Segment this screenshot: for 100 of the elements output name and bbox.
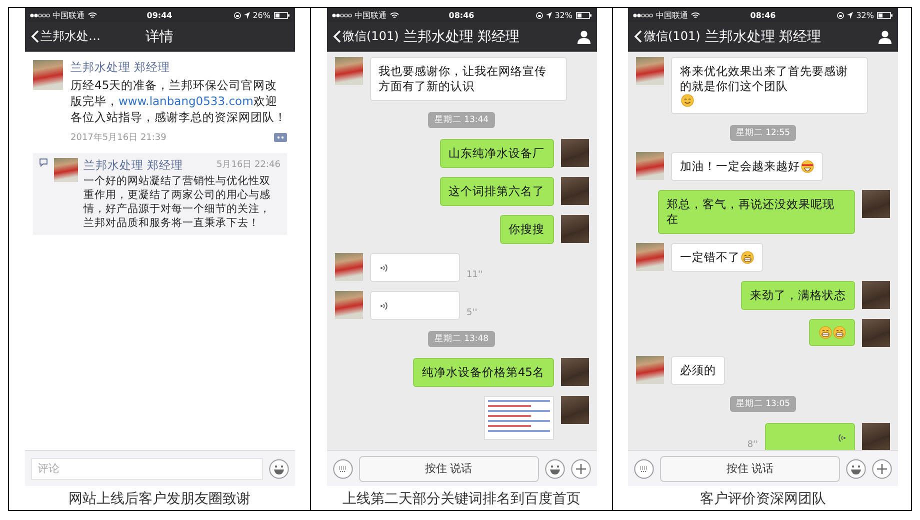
voice-duration: 11'' (466, 270, 483, 280)
battery-percent: 32% (554, 10, 572, 20)
caption: 网站上线后客户发朋友圈致谢 (68, 490, 250, 508)
back-chevron-icon[interactable] (634, 30, 642, 43)
plus-icon[interactable] (872, 458, 892, 478)
author-name[interactable]: 兰邦水处理 郑经理 (70, 60, 286, 75)
comment-text: 一个好的网站凝结了营销性与优化性双重作用，更凝结了两家公司的用心与感情，好产品源于对每一个细节的关注，兰邦对品质和服务将一直秉承下去！ (84, 174, 272, 230)
avatar-photo (334, 253, 362, 281)
post-date: 2017年5月16日 21:39 (70, 132, 166, 144)
keyboard-icon[interactable] (634, 458, 654, 478)
location-icon (847, 12, 854, 18)
carrier-name: 中国联通 (354, 10, 386, 20)
grin-emoji-icon (833, 326, 846, 339)
timestamp: 星期二 13:48 (428, 331, 495, 347)
timestamp: 星期二 12:55 (730, 125, 796, 141)
signal-icon (633, 12, 653, 18)
avatar-photo (560, 215, 588, 243)
message-text: 你搜搜 (508, 222, 544, 237)
wifi-icon (88, 12, 96, 18)
person-icon[interactable] (576, 30, 590, 44)
voice-wave-icon (380, 262, 388, 272)
avatar-photo (560, 177, 588, 205)
comment-time: 5月16日 22:46 (216, 159, 280, 172)
voice-wave-icon (380, 300, 388, 310)
caption: 上线第二天部分关键词排名到百度首页 (342, 490, 580, 508)
author-name[interactable]: 兰邦水处理 郑经理 (84, 158, 184, 173)
nav-title: 兰邦水处理 郑经理 (704, 28, 822, 46)
avatar-photo (560, 139, 588, 167)
avatar-photo (636, 152, 664, 180)
message-text: 一定错不了 (680, 250, 740, 265)
message-text: 我也要感谢你，让我在网络宣传方面有了新的认识 (378, 64, 548, 94)
carrier-name: 中国联通 (656, 10, 688, 20)
avatar-photo (334, 291, 362, 319)
avatar-photo (560, 396, 588, 424)
back-chevron-icon[interactable] (332, 30, 340, 43)
keyboard-icon[interactable] (332, 458, 352, 478)
voice-duration: 8'' (747, 440, 758, 450)
comment-button-icon[interactable] (274, 133, 286, 142)
grin-emoji-icon (819, 326, 832, 339)
comment-icon (38, 158, 48, 167)
battery-icon (877, 12, 893, 18)
hold-to-talk-button[interactable]: 按住 说话 (358, 456, 538, 482)
emoji-icon[interactable] (268, 458, 288, 478)
nav-title: 详情 (146, 28, 174, 46)
status-time: 08:46 (750, 10, 776, 20)
hold-to-talk-button[interactable]: 按住 说话 (660, 456, 840, 482)
back-link[interactable]: 微信(101) (644, 28, 700, 45)
message-text: 将来优化效果出来了首先要感谢的就是你们这个团队 (680, 64, 849, 94)
location-icon (546, 12, 552, 18)
timestamp: 星期二 13:05 (730, 396, 796, 412)
grin-emoji-icon (741, 251, 754, 264)
caption: 客户评价资深网团队 (700, 490, 826, 508)
post-text: 历经45天的准备，兰邦环保公司官网改版完毕，www.lanbang0533.com欢迎各位入站指导，感谢李总的资深网团队！ (70, 77, 286, 125)
avatar-photo (560, 358, 588, 386)
message-text: 山东纯净水设备厂 (448, 146, 544, 161)
location-icon (244, 12, 250, 18)
message-text: 郑总，客气，再说还没效果呢现在 (666, 197, 836, 227)
signal-icon (30, 12, 50, 18)
avatar-photo (636, 57, 664, 85)
timestamp: 星期二 13:44 (428, 112, 495, 128)
avatar-photo (334, 57, 362, 85)
person-icon[interactable] (878, 30, 892, 44)
avatar-photo (862, 190, 890, 218)
battery-icon (274, 12, 290, 18)
message-text: 这个词排第六名了 (448, 184, 544, 199)
message-text: 必须的 (680, 363, 716, 378)
wifi-icon (691, 12, 700, 18)
emoji-icon[interactable] (846, 458, 866, 478)
wifi-icon (390, 12, 398, 18)
emoji-icon[interactable] (544, 458, 564, 478)
battery-percent: 32% (856, 10, 874, 20)
signal-icon (332, 12, 352, 18)
avatar-photo (862, 281, 890, 309)
avatar-photo (54, 158, 78, 182)
screenshot-thumbnail[interactable] (484, 396, 554, 440)
avatar-photo (862, 319, 890, 347)
message-text: 加油！一定会越来越好 (680, 159, 800, 174)
link[interactable]: www.lanbang0533.com (118, 94, 254, 108)
rotation-lock-icon (234, 12, 241, 18)
back-link[interactable]: 微信(101) (342, 28, 399, 45)
avatar-photo (636, 356, 664, 384)
comment-input[interactable]: 评论 (30, 458, 262, 480)
carrier-name: 中国联通 (52, 10, 84, 20)
battery-icon (576, 12, 592, 18)
battery-percent: 26% (252, 10, 270, 20)
message-text: 来劲了，满格状态 (750, 288, 846, 303)
nav-title: 兰邦水处理 郑经理 (403, 28, 520, 46)
rotation-lock-icon (837, 12, 844, 18)
voice-duration: 5'' (466, 308, 478, 318)
message-text: 纯净水设备价格第45名 (422, 365, 544, 380)
headband-emoji-icon (801, 160, 814, 173)
voice-wave-icon (838, 432, 846, 442)
status-time: 08:46 (448, 10, 474, 20)
smile-emoji-icon (681, 94, 694, 107)
plus-icon[interactable] (570, 458, 590, 478)
avatar-photo (32, 60, 62, 90)
back-chevron-icon[interactable] (30, 30, 38, 43)
avatar-photo (862, 423, 890, 450)
rotation-lock-icon (536, 12, 543, 18)
back-link[interactable]: 兰邦水处… (40, 28, 100, 45)
